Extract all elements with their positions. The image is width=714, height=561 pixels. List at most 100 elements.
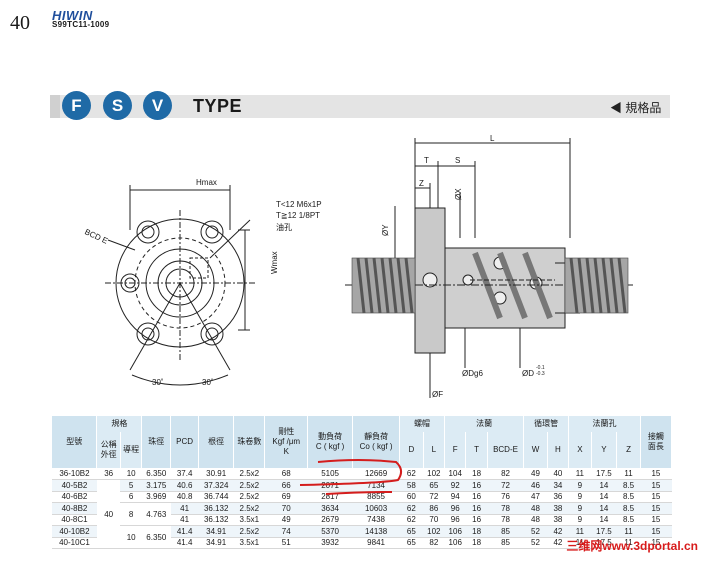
cell-lead-merged: 8 [120,502,142,526]
cell-circuits: 2.5x2 [233,491,265,503]
col-nut: 螺帽 [399,416,446,432]
cell-root: 36.132 [198,514,234,526]
cell-lead: 6 [120,491,142,503]
type-letter-v: V [143,91,172,120]
cell-h: 42 [547,537,569,549]
table-row: 40-6B2 6 3.969 40.8 36.744 2.5x2 69 2817… [52,491,672,503]
cell-l: 70 [423,514,445,526]
side-view-drawing [345,138,635,398]
cell-d: 65 [399,525,424,538]
cell-ball: 3.175 [141,479,171,492]
cell-root: 36.744 [198,491,234,503]
cell-l: 82 [423,537,445,549]
cell-d: 62 [399,468,424,480]
cell-y: 14 [591,514,617,526]
cell-f: 96 [444,502,466,515]
col-circuits: 珠卷數 [233,416,266,468]
cell-model: 40-6B2 [52,491,97,503]
type-letter-s: S [103,91,132,120]
d-tolerance-lower: -0.3 [536,371,545,377]
cell-k: 49 [264,514,308,526]
col-stiffness: 剛性 Kgf /μm K [264,416,309,468]
col-lead: 導程 [120,432,143,468]
cell-co: 12669 [352,468,400,480]
cell-z: 11 [616,468,641,480]
cell-l: 102 [423,468,445,480]
cell-y: 14 [591,502,617,515]
col-f: F [444,432,467,468]
t-label: T [424,156,429,165]
cell-w: 49 [523,468,548,480]
cell-circuits: 2.5x2 [233,502,265,515]
cell-circuits: 2.5x2 [233,479,265,492]
standard-spec-link[interactable]: ◀ 規格品 [610,99,661,116]
cell-y: 17.5 [591,468,617,480]
cell-w: 48 [523,514,548,526]
col-d: D [399,432,424,468]
cell-s: 15 [640,502,672,515]
cell-model: 40-8C1 [52,514,97,526]
cell-h: 34 [547,479,569,492]
cell-co: 7438 [352,514,400,526]
hmax-label: Hmax [196,178,217,187]
cell-t: 18 [465,525,488,538]
cell-y: 14 [591,479,617,492]
cell-z: 8.5 [616,514,641,526]
table-row: 36-10B2 36 10 6.350 37.4 30.91 2.5x2 68 … [52,468,672,480]
cell-root: 30.91 [198,468,234,480]
cell-bcd-e: 76 [487,491,524,503]
cell-co: 10603 [352,502,400,515]
cell-pcd: 41.4 [170,525,199,538]
cell-co: 9841 [352,537,400,549]
cell-bcd-e: 78 [487,514,524,526]
cell-f: 96 [444,514,466,526]
cell-bcd-e: 82 [487,468,524,480]
page-number: 40 [10,12,30,34]
cell-z: 8.5 [616,502,641,515]
cell-t: 16 [465,491,488,503]
cell-t: 18 [465,468,488,480]
oil-hole-line1: T<12 M6x1P [276,200,322,209]
bolt-hole [200,220,224,244]
cell-w: 46 [523,479,548,492]
cell-w: 48 [523,502,548,515]
bolt-hole [136,220,160,244]
s-label: S [455,156,461,165]
cell-model: 36-10B2 [52,468,97,480]
cell-bcd-e: 78 [487,502,524,515]
d-dia-label: ØD [522,369,534,378]
cell-model: 40-10B2 [52,525,97,538]
cell-l: 72 [423,491,445,503]
col-h: H [547,432,570,468]
screw-thread-right [564,257,629,314]
wmax-label: Wmax [270,251,279,274]
cell-t: 18 [465,537,488,549]
cell-x: 9 [568,502,592,515]
cell-c: 2679 [307,514,353,526]
col-nominal-od: 公稱 外徑 [96,432,121,468]
cell-k: 74 [264,525,308,538]
cell-lead: 5 [120,479,142,492]
cell-root: 36.132 [198,502,234,515]
length-l-label: L [490,134,495,143]
cell-c: 5370 [307,525,353,538]
cell-f: 104 [444,468,466,480]
z-label: Z [419,179,424,188]
cell-od: 36 [96,468,121,480]
cell-z: 8.5 [616,491,641,503]
cell-c: 3932 [307,537,353,549]
cell-t: 16 [465,514,488,526]
cell-k: 70 [264,502,308,515]
cell-h: 36 [547,491,569,503]
cell-ball: 6.350 [141,468,171,480]
document-code: S99TC11-1009 [52,20,110,29]
cell-d: 62 [399,514,424,526]
cell-model: 40-5B2 [52,479,97,492]
cell-pcd: 41 [170,502,199,515]
cell-l: 102 [423,525,445,538]
col-spec: 規格 [96,416,143,432]
cell-k: 66 [264,479,308,492]
cell-s: 15 [640,514,672,526]
cell-pcd: 40.6 [170,479,199,492]
cell-z: 11 [616,525,641,538]
